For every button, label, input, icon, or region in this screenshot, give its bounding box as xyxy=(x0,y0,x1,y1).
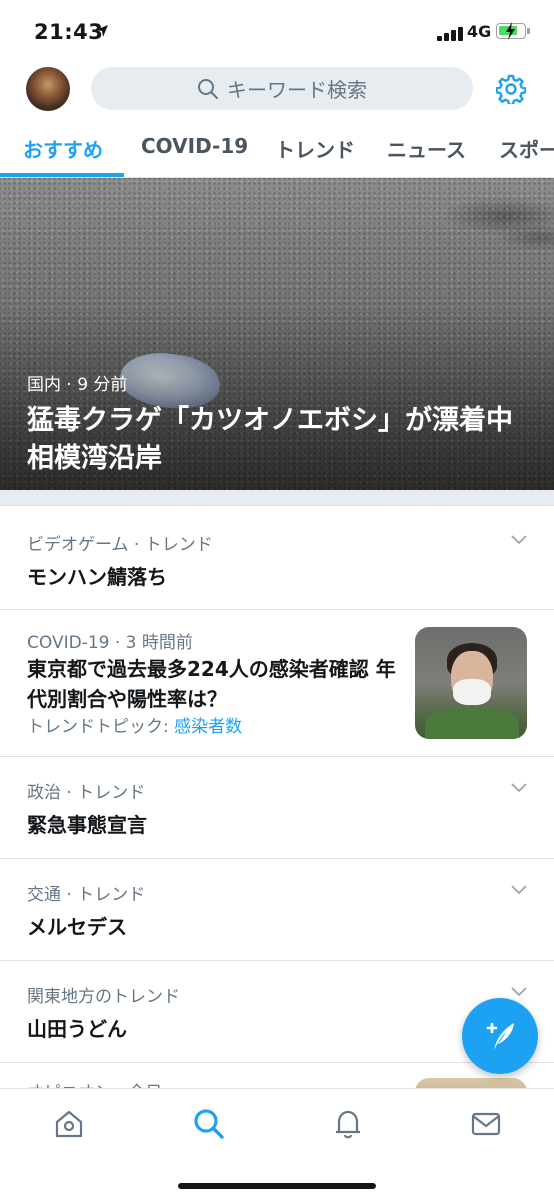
trend-item[interactable]: 政治 · トレンド 緊急事態宣言 xyxy=(0,757,554,859)
news-topic-prefix: トレンドトピック: xyxy=(27,717,175,737)
feather-plus-icon xyxy=(486,1022,514,1050)
news-topic: トレンドトピック: 感染者数 xyxy=(27,712,242,737)
chevron-down-icon[interactable] xyxy=(511,885,527,895)
tab-recommended[interactable]: おすすめ xyxy=(23,134,103,163)
chevron-down-icon[interactable] xyxy=(511,987,527,997)
search-icon xyxy=(198,78,218,99)
trend-meta: 政治 · トレンド xyxy=(27,783,146,803)
status-bar: 21:43 4G xyxy=(0,0,554,60)
explore-tabs: おすすめ COVID-19 トレンド ニュース スポー xyxy=(0,118,554,178)
trend-title: メルセデス xyxy=(27,915,127,939)
trend-item[interactable]: ビデオゲーム · トレンド モンハン鯖落ち xyxy=(0,507,554,610)
status-time: 21:43 xyxy=(34,20,104,44)
battery-tip xyxy=(527,28,530,34)
network-label: 4G xyxy=(467,22,492,41)
news-item[interactable]: COVID-19 · 3 時間前 東京都で過去最多224人の感染者確認 年代別割… xyxy=(0,610,554,757)
compose-tweet-button[interactable] xyxy=(462,998,538,1074)
section-divider xyxy=(0,490,554,506)
hero-story[interactable]: 国内 · 9 分前 猛毒クラゲ「カツオノエボシ」が漂着中 相模湾沿岸 xyxy=(0,178,554,490)
news-title: 東京都で過去最多224人の感染者確認 年代別割合や陽性率は？ xyxy=(27,657,396,711)
trend-meta: 関東地方のトレンド xyxy=(27,987,180,1007)
location-arrow-icon xyxy=(96,25,108,37)
tab-sports[interactable]: スポー xyxy=(499,134,554,163)
hero-meta: 国内 · 9 分前 xyxy=(27,375,128,395)
hero-title: 猛毒クラゲ「カツオノエボシ」が漂着中 相模湾沿岸 xyxy=(27,405,513,474)
news-meta: COVID-19 · 3 時間前 xyxy=(27,633,193,653)
chevron-down-icon[interactable] xyxy=(511,783,527,793)
search-icon[interactable] xyxy=(192,1107,226,1141)
trend-title: 緊急事態宣言 xyxy=(27,813,147,837)
messages-icon[interactable] xyxy=(469,1107,503,1141)
search-input[interactable]: キーワード検索 xyxy=(91,67,473,110)
news-topic-link[interactable]: 感染者数 xyxy=(174,717,242,737)
home-icon[interactable] xyxy=(52,1107,86,1141)
tab-covid19[interactable]: COVID-19 xyxy=(141,134,248,158)
trend-title: モンハン鯖落ち xyxy=(27,565,167,589)
trend-meta: 交通 · トレンド xyxy=(27,885,146,905)
trend-meta: ビデオゲーム · トレンド xyxy=(27,535,213,555)
signal-icon xyxy=(437,25,463,41)
charging-bolt-icon xyxy=(506,22,515,40)
home-indicator xyxy=(178,1183,376,1189)
notifications-icon[interactable] xyxy=(331,1107,365,1141)
search-placeholder: キーワード検索 xyxy=(227,78,367,102)
trend-item[interactable]: 交通 · トレンド メルセデス xyxy=(0,859,554,961)
avatar[interactable] xyxy=(26,67,70,111)
tab-trends[interactable]: トレンド xyxy=(275,134,355,163)
trend-title: 山田うどん xyxy=(27,1017,127,1041)
chevron-down-icon[interactable] xyxy=(511,535,527,545)
gear-icon[interactable] xyxy=(496,74,526,104)
tab-news[interactable]: ニュース xyxy=(387,134,466,163)
news-thumbnail xyxy=(415,627,527,739)
tab-active-indicator xyxy=(0,173,124,177)
